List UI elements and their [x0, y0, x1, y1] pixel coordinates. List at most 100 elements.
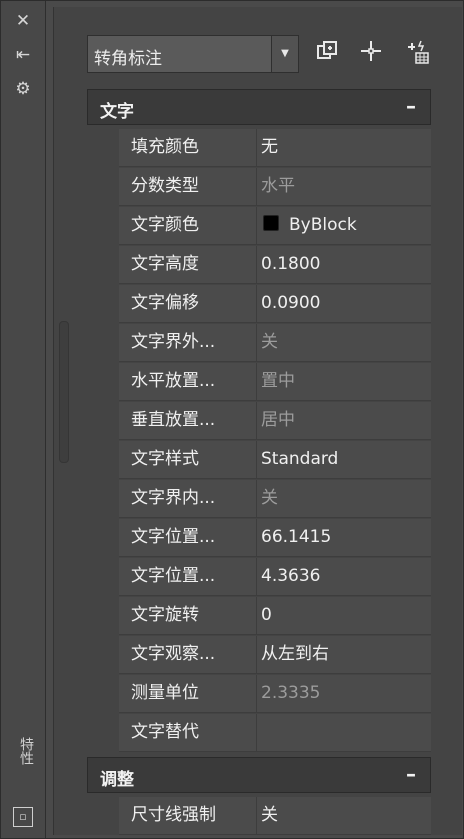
property-label: 文字偏移: [119, 285, 257, 323]
property-label: 文字位置...: [119, 519, 257, 557]
object-type-value: 转角标注: [94, 49, 162, 69]
property-value-text: 水平: [261, 176, 295, 196]
property-row[interactable]: 文字界外... 关: [87, 324, 431, 362]
property-value[interactable]: 0.1800: [257, 246, 431, 284]
row-gutter: [87, 480, 119, 518]
property-value[interactable]: 置中: [257, 363, 431, 401]
property-row[interactable]: 水平放置... 置中: [87, 363, 431, 401]
row-gutter: [87, 714, 119, 752]
property-row[interactable]: 测量单位 2.3335: [87, 675, 431, 713]
property-label: 垂直放置...: [119, 402, 257, 440]
property-value-text: 关: [261, 805, 278, 825]
property-value[interactable]: 关: [257, 797, 431, 835]
property-value-text: 0: [261, 605, 272, 625]
property-value-text: 无: [261, 137, 278, 157]
row-gutter: [87, 441, 119, 479]
property-value[interactable]: 66.1415: [257, 519, 431, 557]
property-value-text: 关: [261, 488, 278, 508]
property-label: 文字界内...: [119, 480, 257, 518]
restore-icon[interactable]: ▫: [13, 807, 33, 827]
property-value[interactable]: 从左到右: [257, 636, 431, 674]
property-label: 水平放置...: [119, 363, 257, 401]
property-value[interactable]: 水平: [257, 168, 431, 206]
section-header[interactable]: 文字 –: [87, 89, 431, 125]
close-icon[interactable]: ✕: [13, 11, 33, 31]
dropdown-arrow-icon[interactable]: ▼: [271, 36, 298, 72]
property-row[interactable]: 文字观察... 从左到右: [87, 636, 431, 674]
property-label: 尺寸线强制: [119, 797, 257, 835]
property-row[interactable]: 分数类型 水平: [87, 168, 431, 206]
property-row[interactable]: 文字位置... 66.1415: [87, 519, 431, 557]
property-value[interactable]: 居中: [257, 402, 431, 440]
property-value-text: 66.1415: [261, 527, 332, 547]
toggle-pickadd-icon: [317, 41, 337, 59]
section-title: 文字: [100, 102, 134, 122]
color-swatch: [263, 215, 279, 231]
section-header[interactable]: 调整 –: [87, 757, 431, 793]
property-value-text: ByBlock: [289, 215, 357, 235]
property-row[interactable]: 文字颜色 ByBlock: [87, 207, 431, 245]
row-gutter: [87, 558, 119, 596]
property-row[interactable]: 文字旋转 0: [87, 597, 431, 635]
row-gutter: [87, 246, 119, 284]
property-label: 测量单位: [119, 675, 257, 713]
select-objects-icon: [361, 41, 381, 61]
scrollbar[interactable]: [59, 321, 69, 463]
row-gutter: [87, 324, 119, 362]
property-value[interactable]: 0.0900: [257, 285, 431, 323]
property-value[interactable]: Standard: [257, 441, 431, 479]
property-value[interactable]: 关: [257, 324, 431, 362]
property-value-text: 0.1800: [261, 254, 321, 274]
property-row[interactable]: 文字位置... 4.3636: [87, 558, 431, 596]
object-type-select[interactable]: 转角标注 ▼: [87, 35, 299, 73]
settings-icon[interactable]: ⚙: [13, 79, 33, 99]
palette-title-strip: ✕ ⇤ ⚙ 特性 ▫: [1, 1, 46, 838]
collapse-icon[interactable]: –: [406, 94, 416, 118]
property-value[interactable]: 4.3636: [257, 558, 431, 596]
row-gutter: [87, 363, 119, 401]
property-value[interactable]: 关: [257, 480, 431, 518]
quick-select-icon: [408, 40, 429, 64]
row-gutter: [87, 129, 119, 167]
property-value-text: Standard: [261, 449, 339, 469]
property-value-text: 2.3335: [261, 683, 321, 703]
property-label: 文字样式: [119, 441, 257, 479]
property-row[interactable]: 垂直放置... 居中: [87, 402, 431, 440]
quick-select-button[interactable]: [403, 39, 431, 69]
palette-title: 特性: [18, 737, 34, 765]
property-label: 文字界外...: [119, 324, 257, 362]
property-value[interactable]: [257, 714, 431, 752]
row-gutter: [87, 168, 119, 206]
property-row[interactable]: 文字偏移 0.0900: [87, 285, 431, 323]
property-row[interactable]: 文字样式 Standard: [87, 441, 431, 479]
property-value[interactable]: 2.3335: [257, 675, 431, 713]
property-label: 填充颜色: [119, 129, 257, 167]
property-value-text: 置中: [261, 371, 295, 391]
property-row[interactable]: 文字替代: [87, 714, 431, 752]
section-title: 调整: [100, 770, 134, 790]
property-value-text: 居中: [261, 410, 295, 430]
property-label: 文字旋转: [119, 597, 257, 635]
property-value-text: 关: [261, 332, 278, 352]
property-label: 文字位置...: [119, 558, 257, 596]
property-row[interactable]: 文字界内... 关: [87, 480, 431, 518]
property-value-text: 4.3636: [261, 566, 321, 586]
property-label: 文字高度: [119, 246, 257, 284]
row-gutter: [87, 675, 119, 713]
toggle-pickadd-button[interactable]: [313, 39, 341, 69]
row-gutter: [87, 797, 119, 835]
property-label: 文字替代: [119, 714, 257, 752]
collapse-icon[interactable]: –: [406, 762, 416, 786]
property-value[interactable]: 0: [257, 597, 431, 635]
property-value[interactable]: ByBlock: [257, 207, 431, 245]
row-gutter: [87, 285, 119, 323]
property-label: 分数类型: [119, 168, 257, 206]
property-label: 文字观察...: [119, 636, 257, 674]
property-row[interactable]: 文字高度 0.1800: [87, 246, 431, 284]
property-row[interactable]: 尺寸线强制关: [87, 797, 431, 835]
property-row[interactable]: 填充颜色无: [87, 129, 431, 167]
property-value[interactable]: 无: [257, 129, 431, 167]
row-gutter: [87, 207, 119, 245]
select-objects-button[interactable]: [357, 39, 385, 69]
auto-hide-icon[interactable]: ⇤: [13, 45, 33, 65]
